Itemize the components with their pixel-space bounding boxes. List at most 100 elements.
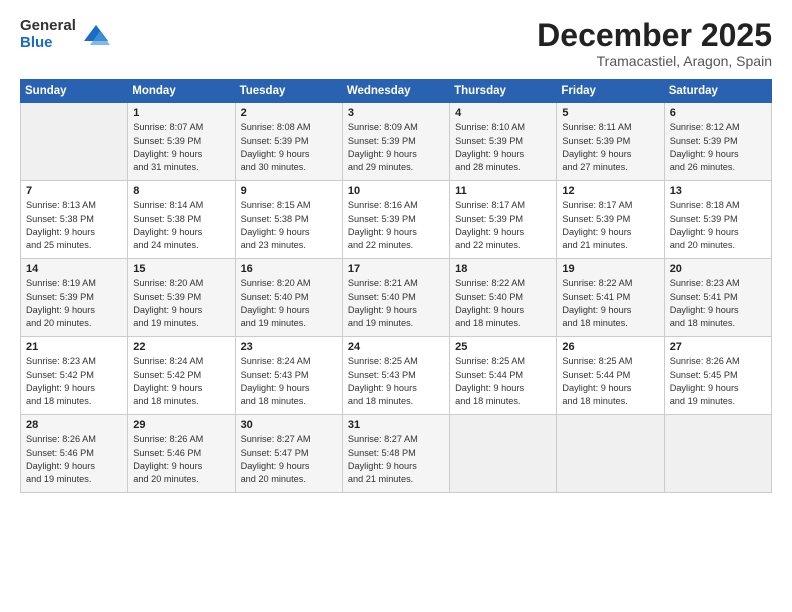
day-cell: 3 Sunrise: 8:09 AM Sunset: 5:39 PM Daylig… <box>342 103 449 181</box>
day-cell: 10 Sunrise: 8:16 AM Sunset: 5:39 PM Dayli… <box>342 181 449 259</box>
day-info: Sunrise: 8:20 AM Sunset: 5:40 PM Dayligh… <box>241 277 337 330</box>
day-cell: 23 Sunrise: 8:24 AM Sunset: 5:43 PM Dayli… <box>235 337 342 415</box>
logo: General Blue <box>20 18 110 51</box>
day-info: Sunrise: 8:07 AM Sunset: 5:39 PM Dayligh… <box>133 121 229 174</box>
day-cell: 28 Sunrise: 8:26 AM Sunset: 5:46 PM Dayli… <box>21 415 128 493</box>
day-cell: 24 Sunrise: 8:25 AM Sunset: 5:43 PM Dayli… <box>342 337 449 415</box>
day-cell <box>557 415 664 493</box>
day-info: Sunrise: 8:25 AM Sunset: 5:43 PM Dayligh… <box>348 355 444 408</box>
day-number: 5 <box>562 107 658 119</box>
day-number: 10 <box>348 185 444 197</box>
day-number: 8 <box>133 185 229 197</box>
day-info: Sunrise: 8:24 AM Sunset: 5:42 PM Dayligh… <box>133 355 229 408</box>
day-cell <box>21 103 128 181</box>
weekday-wednesday: Wednesday <box>342 80 449 103</box>
day-cell: 8 Sunrise: 8:14 AM Sunset: 5:38 PM Daylig… <box>128 181 235 259</box>
day-info: Sunrise: 8:18 AM Sunset: 5:39 PM Dayligh… <box>670 199 766 252</box>
day-cell: 1Sunrise: 8:07 AM Sunset: 5:39 PM Daylig… <box>128 103 235 181</box>
day-info: Sunrise: 8:25 AM Sunset: 5:44 PM Dayligh… <box>562 355 658 408</box>
day-number: 17 <box>348 263 444 275</box>
day-number: 22 <box>133 341 229 353</box>
day-cell: 27Sunrise: 8:26 AM Sunset: 5:45 PM Dayli… <box>664 337 771 415</box>
weekday-thursday: Thursday <box>450 80 557 103</box>
week-row-2: 7 Sunrise: 8:13 AM Sunset: 5:38 PM Daylig… <box>21 181 772 259</box>
day-info: Sunrise: 8:15 AM Sunset: 5:38 PM Dayligh… <box>241 199 337 252</box>
logo-icon <box>82 21 110 49</box>
day-number: 24 <box>348 341 444 353</box>
day-cell: 25Sunrise: 8:25 AM Sunset: 5:44 PM Dayli… <box>450 337 557 415</box>
week-row-1: 1Sunrise: 8:07 AM Sunset: 5:39 PM Daylig… <box>21 103 772 181</box>
weekday-tuesday: Tuesday <box>235 80 342 103</box>
day-info: Sunrise: 8:23 AM Sunset: 5:42 PM Dayligh… <box>26 355 122 408</box>
day-number: 23 <box>241 341 337 353</box>
weekday-monday: Monday <box>128 80 235 103</box>
day-info: Sunrise: 8:14 AM Sunset: 5:38 PM Dayligh… <box>133 199 229 252</box>
logo-general: General <box>20 18 76 35</box>
day-info: Sunrise: 8:10 AM Sunset: 5:39 PM Dayligh… <box>455 121 551 174</box>
day-info: Sunrise: 8:13 AM Sunset: 5:38 PM Dayligh… <box>26 199 122 252</box>
week-row-3: 14Sunrise: 8:19 AM Sunset: 5:39 PM Dayli… <box>21 259 772 337</box>
day-cell: 20 Sunrise: 8:23 AM Sunset: 5:41 PM Dayli… <box>664 259 771 337</box>
day-number: 15 <box>133 263 229 275</box>
day-info: Sunrise: 8:22 AM Sunset: 5:40 PM Dayligh… <box>455 277 551 330</box>
logo-blue: Blue <box>20 35 76 52</box>
day-number: 26 <box>562 341 658 353</box>
day-number: 30 <box>241 419 337 431</box>
day-cell: 13 Sunrise: 8:18 AM Sunset: 5:39 PM Dayli… <box>664 181 771 259</box>
weekday-header-row: SundayMondayTuesdayWednesdayThursdayFrid… <box>21 80 772 103</box>
day-info: Sunrise: 8:26 AM Sunset: 5:46 PM Dayligh… <box>26 433 122 486</box>
day-number: 19 <box>562 263 658 275</box>
day-info: Sunrise: 8:21 AM Sunset: 5:40 PM Dayligh… <box>348 277 444 330</box>
week-row-4: 21 Sunrise: 8:23 AM Sunset: 5:42 PM Dayli… <box>21 337 772 415</box>
day-info: Sunrise: 8:27 AM Sunset: 5:48 PM Dayligh… <box>348 433 444 486</box>
day-cell: 12 Sunrise: 8:17 AM Sunset: 5:39 PM Dayli… <box>557 181 664 259</box>
day-number: 25 <box>455 341 551 353</box>
day-cell: 6Sunrise: 8:12 AM Sunset: 5:39 PM Daylig… <box>664 103 771 181</box>
day-info: Sunrise: 8:09 AM Sunset: 5:39 PM Dayligh… <box>348 121 444 174</box>
day-cell: 17 Sunrise: 8:21 AM Sunset: 5:40 PM Dayli… <box>342 259 449 337</box>
day-number: 20 <box>670 263 766 275</box>
day-cell: 19 Sunrise: 8:22 AM Sunset: 5:41 PM Dayli… <box>557 259 664 337</box>
day-cell: 29 Sunrise: 8:26 AM Sunset: 5:46 PM Dayli… <box>128 415 235 493</box>
day-cell: 30Sunrise: 8:27 AM Sunset: 5:47 PM Dayli… <box>235 415 342 493</box>
day-number: 6 <box>670 107 766 119</box>
day-cell: 14Sunrise: 8:19 AM Sunset: 5:39 PM Dayli… <box>21 259 128 337</box>
day-number: 21 <box>26 341 122 353</box>
day-cell: 31 Sunrise: 8:27 AM Sunset: 5:48 PM Dayli… <box>342 415 449 493</box>
day-cell: 26 Sunrise: 8:25 AM Sunset: 5:44 PM Dayli… <box>557 337 664 415</box>
day-number: 31 <box>348 419 444 431</box>
day-cell: 22 Sunrise: 8:24 AM Sunset: 5:42 PM Dayli… <box>128 337 235 415</box>
day-info: Sunrise: 8:26 AM Sunset: 5:45 PM Dayligh… <box>670 355 766 408</box>
day-number: 4 <box>455 107 551 119</box>
calendar-table: SundayMondayTuesdayWednesdayThursdayFrid… <box>20 79 772 493</box>
weekday-friday: Friday <box>557 80 664 103</box>
day-number: 11 <box>455 185 551 197</box>
weekday-sunday: Sunday <box>21 80 128 103</box>
location: Tramacastiel, Aragon, Spain <box>537 53 772 69</box>
day-number: 29 <box>133 419 229 431</box>
day-number: 9 <box>241 185 337 197</box>
day-number: 13 <box>670 185 766 197</box>
day-number: 18 <box>455 263 551 275</box>
day-info: Sunrise: 8:17 AM Sunset: 5:39 PM Dayligh… <box>455 199 551 252</box>
month-title: December 2025 <box>537 18 772 53</box>
day-info: Sunrise: 8:17 AM Sunset: 5:39 PM Dayligh… <box>562 199 658 252</box>
day-number: 3 <box>348 107 444 119</box>
day-number: 7 <box>26 185 122 197</box>
day-cell: 4 Sunrise: 8:10 AM Sunset: 5:39 PM Daylig… <box>450 103 557 181</box>
day-number: 2 <box>241 107 337 119</box>
page-header: General Blue December 2025 Tramacastiel,… <box>20 18 772 69</box>
day-cell <box>664 415 771 493</box>
day-info: Sunrise: 8:11 AM Sunset: 5:39 PM Dayligh… <box>562 121 658 174</box>
day-info: Sunrise: 8:26 AM Sunset: 5:46 PM Dayligh… <box>133 433 229 486</box>
day-number: 28 <box>26 419 122 431</box>
day-cell: 11 Sunrise: 8:17 AM Sunset: 5:39 PM Dayli… <box>450 181 557 259</box>
day-number: 14 <box>26 263 122 275</box>
day-info: Sunrise: 8:22 AM Sunset: 5:41 PM Dayligh… <box>562 277 658 330</box>
day-info: Sunrise: 8:20 AM Sunset: 5:39 PM Dayligh… <box>133 277 229 330</box>
day-info: Sunrise: 8:24 AM Sunset: 5:43 PM Dayligh… <box>241 355 337 408</box>
day-cell: 2Sunrise: 8:08 AM Sunset: 5:39 PM Daylig… <box>235 103 342 181</box>
day-info: Sunrise: 8:23 AM Sunset: 5:41 PM Dayligh… <box>670 277 766 330</box>
day-number: 12 <box>562 185 658 197</box>
day-info: Sunrise: 8:16 AM Sunset: 5:39 PM Dayligh… <box>348 199 444 252</box>
